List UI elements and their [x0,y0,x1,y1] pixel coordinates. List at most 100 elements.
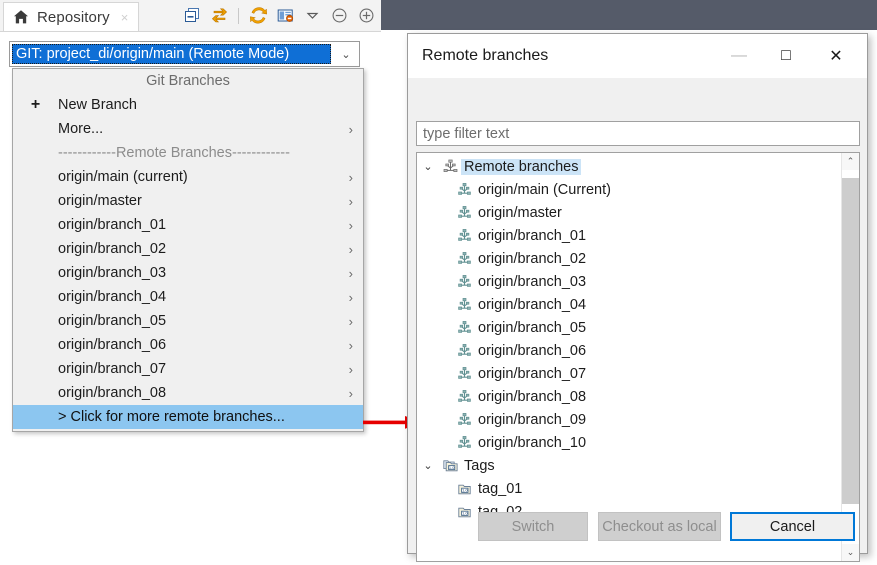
filter-placeholder: type filter text [423,125,510,142]
tree-item-label: Tags [464,457,495,474]
dropdown-item[interactable]: origin/branch_02 › [13,237,363,261]
tree-item[interactable]: 1.0 tag_01 [417,477,841,500]
chevron-right-icon[interactable]: › [343,362,353,377]
dropdown-item-label: origin/main (current) [58,169,188,185]
chevron-right-icon[interactable]: › [343,386,353,401]
dropdown-list: + New Branch More... › ------------Remote Br… [13,93,363,429]
svg-text:1.0: 1.0 [461,489,467,493]
chevron-right-icon[interactable]: › [343,170,353,185]
repository-combo-value[interactable]: GIT: project_di/origin/main (Remote Mode… [12,44,331,64]
git-branch-icon [453,435,475,450]
dropdown-item[interactable]: origin/main (current) › [13,165,363,189]
dropdown-item[interactable]: origin/branch_05 › [13,309,363,333]
git-branch-icon [453,182,475,197]
tree-item[interactable]: origin/branch_02 [417,247,841,270]
tree-item[interactable]: origin/branch_03 [417,270,841,293]
git-branch-icon [453,297,475,312]
chevron-down-icon[interactable]: ⌄ [417,160,439,173]
tree-item[interactable]: ⌄ Remote branches [417,155,841,178]
dropdown-item[interactable]: origin/branch_08 › [13,381,363,405]
tree-item-label: origin/branch_06 [478,342,587,359]
tree-item[interactable]: origin/branch_07 [417,362,841,385]
dropdown-item-label: > Click for more remote branches... [58,409,285,425]
maximize-icon[interactable] [355,5,377,27]
dropdown-item[interactable]: origin/branch_04 › [13,285,363,309]
chevron-down-icon[interactable]: ⌄ [417,459,439,472]
dropdown-item-label: New Branch [58,97,137,113]
dropdown-item-label: origin/branch_08 [58,385,167,401]
dropdown-item[interactable]: origin/branch_01 › [13,213,363,237]
tree-item[interactable]: origin/master [417,201,841,224]
plus-icon: + [30,96,41,113]
dropdown-header: Git Branches [146,73,230,89]
dropdown-item[interactable]: origin/branch_07 › [13,357,363,381]
git-branch-icon [453,274,475,289]
dialog-body: type filter text ⌄ Remote branches origin/… [408,78,867,562]
dropdown-item-label: More... [58,121,104,137]
dropdown-item[interactable]: origin/master › [13,189,363,213]
dropdown-item-label: origin/branch_06 [58,337,167,353]
minimize-icon[interactable] [328,5,350,27]
view-tabstrip: Repository × [0,0,381,32]
tree-item-label: origin/branch_01 [478,227,587,244]
dropdown-item[interactable]: > Click for more remote branches... [13,405,363,429]
repository-combo[interactable]: GIT: project_di/origin/main (Remote Mode… [9,41,360,67]
tree-item-label: Remote branches [461,158,582,175]
git-branch-icon [453,366,475,381]
show-properties-icon[interactable] [274,5,296,27]
refresh-icon[interactable] [247,5,269,27]
view-toolbar [181,3,377,28]
tree-item[interactable]: origin/branch_10 [417,431,841,454]
close-icon[interactable]: × [121,10,129,25]
minimize-icon[interactable]: — [716,34,762,78]
maximize-icon[interactable]: □ [763,34,809,78]
filter-input[interactable]: type filter text [416,121,860,146]
checkout-as-local-button[interactable]: Checkout as local [598,512,721,541]
chevron-down-icon[interactable]: ⌄ [333,42,359,66]
scrollbar-track[interactable] [842,170,859,544]
tree-item[interactable]: origin/branch_06 [417,339,841,362]
git-branch-icon [453,412,475,427]
dropdown-item[interactable]: + New Branch [13,93,363,117]
tree-item[interactable]: origin/branch_08 [417,385,841,408]
scroll-up-icon[interactable]: ⌃ [842,153,859,170]
tab-repository[interactable]: Repository × [3,2,140,31]
tree-item-label: origin/branch_09 [478,411,587,428]
tree-vertical-scrollbar[interactable]: ⌃ ⌄ [841,153,859,561]
dialog-footer: Switch Checkout as local Cancel [408,503,867,553]
chevron-right-icon[interactable]: › [343,266,353,281]
git-branch-icon [453,343,475,358]
tree-item-label: origin/branch_03 [478,273,587,290]
tree-item[interactable]: ⌄ 1.0 Tags [417,454,841,477]
git-branches-dropdown: Git Branches + New Branch More... › --------… [12,68,364,432]
dropdown-item[interactable]: origin/branch_06 › [13,333,363,357]
tree-item[interactable]: origin/branch_01 [417,224,841,247]
background-dark-bar [381,0,877,30]
collapse-all-icon[interactable] [181,5,203,27]
chevron-right-icon[interactable]: › [343,218,353,233]
chevron-right-icon[interactable]: › [343,122,353,137]
switch-button[interactable]: Switch [478,512,588,541]
chevron-right-icon[interactable]: › [343,314,353,329]
chevron-right-icon[interactable]: › [343,338,353,353]
chevron-right-icon[interactable]: › [343,290,353,305]
view-menu-chevron-icon[interactable] [301,5,323,27]
close-icon[interactable]: ✕ [813,34,859,78]
tree-item[interactable]: origin/branch_04 [417,293,841,316]
synchronize-icon[interactable] [208,5,230,27]
scrollbar-thumb[interactable] [842,178,859,504]
repository-view-panel: Repository × GIT: project_di/origin/main… [0,0,381,565]
git-branch-icon [453,228,475,243]
chevron-right-icon[interactable]: › [343,242,353,257]
tree-item[interactable]: origin/main (Current) [417,178,841,201]
toolbar-separator [238,7,239,24]
dropdown-item[interactable]: origin/branch_03 › [13,261,363,285]
dropdown-item[interactable]: More... › [13,117,363,141]
tree-item[interactable]: origin/branch_05 [417,316,841,339]
tree-item[interactable]: origin/branch_09 [417,408,841,431]
dropdown-item-label: origin/branch_07 [58,361,167,377]
git-branch-icon [453,251,475,266]
cancel-button[interactable]: Cancel [730,512,855,541]
chevron-right-icon[interactable]: › [343,194,353,209]
dropdown-separator-label: ------------Remote Branches------------ [58,145,290,161]
